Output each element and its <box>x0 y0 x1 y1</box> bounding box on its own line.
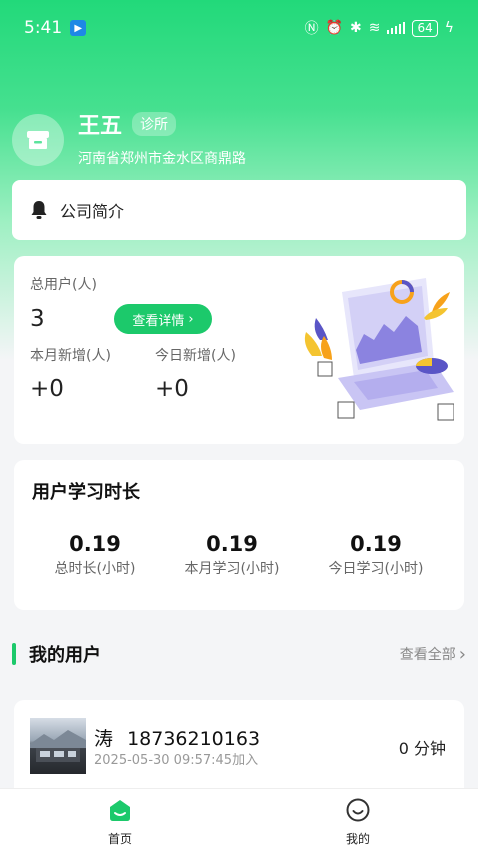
month-study-label: 本月学习(小时) <box>184 561 280 577</box>
total-users-value: 3 <box>30 306 45 332</box>
user-name: 王五 <box>78 114 123 139</box>
store-icon <box>27 131 49 149</box>
today-new-label: 今日新增(人) <box>155 348 236 364</box>
month-study-value: 0.19 <box>206 532 258 556</box>
status-bar: 5:41 ▶ Ⓝ ⏰ ✱ ≋ 64 ϟ <box>0 0 478 56</box>
tab-mine[interactable]: 我的 <box>318 797 398 847</box>
today-new-value: +0 <box>155 376 189 402</box>
month-study-stat: 0.19 本月学习(小时) <box>157 532 307 578</box>
total-duration-label: 总时长(小时) <box>54 561 136 577</box>
tab-home[interactable]: 首页 <box>80 797 160 847</box>
my-users-header: 我的用户 查看全部 › <box>12 638 466 670</box>
total-users-label: 总用户(人) <box>30 277 97 293</box>
wifi-icon: ≋ <box>368 20 381 36</box>
smile-icon <box>346 798 370 822</box>
list-user-name: 涛 <box>94 728 114 750</box>
section-accent-bar <box>12 643 16 665</box>
tab-mine-label: 我的 <box>345 832 370 846</box>
nfc-icon: Ⓝ <box>304 21 319 37</box>
profile-header: 王五 诊所 河南省郑州市金水区商鼎路 <box>12 108 472 170</box>
my-users-title: 我的用户 <box>29 645 101 666</box>
study-duration-title: 用户学习时长 <box>32 482 140 503</box>
address: 河南省郑州市金水区商鼎路 <box>78 151 246 167</box>
app-notification-icon: ▶ <box>70 20 87 36</box>
view-details-button[interactable]: 查看详情 › <box>114 304 212 334</box>
user-stats-card: 总用户(人) 3 查看详情 › 本月新增(人) +0 今日新增(人) +0 <box>14 256 464 444</box>
charging-icon: ϟ <box>444 20 454 36</box>
role-badge: 诊所 <box>132 112 177 136</box>
user-name-phone: 涛 18736210163 <box>94 724 260 751</box>
view-all-label: 查看全部 <box>399 647 456 663</box>
battery-indicator: 64 <box>412 19 438 37</box>
bluetooth-icon: ✱ <box>350 20 362 36</box>
study-duration-card: 用户学习时长 0.19 总时长(小时) 0.19 本月学习(小时) 0.19 今… <box>14 460 464 610</box>
today-study-label: 今日学习(小时) <box>328 561 424 577</box>
today-study-stat: 0.19 今日学习(小时) <box>301 532 451 578</box>
bell-icon <box>31 201 47 219</box>
user-thumbnail <box>30 718 86 774</box>
tab-home-label: 首页 <box>107 832 132 846</box>
home-icon <box>110 800 130 821</box>
company-intro-card[interactable]: 公司简介 <box>12 180 466 240</box>
total-duration-stat: 0.19 总时长(小时) <box>20 532 170 578</box>
alarm-icon: ⏰ <box>325 20 343 36</box>
avatar[interactable] <box>12 114 64 166</box>
bottom-tab-bar: 首页 我的 <box>0 788 478 850</box>
list-item[interactable]: 涛 18736210163 2025-05-30 09:57:45加入 0 分钟 <box>14 700 464 790</box>
chevron-right-icon: › <box>458 643 466 665</box>
chevron-right-icon: › <box>188 311 194 327</box>
total-duration-value: 0.19 <box>69 532 121 556</box>
view-details-label: 查看详情 <box>132 313 185 329</box>
list-user-duration: 0 分钟 <box>398 739 446 758</box>
status-time: 5:41 <box>24 18 63 38</box>
signal-icon <box>387 22 406 34</box>
list-user-joined: 2025-05-30 09:57:45加入 <box>94 753 259 768</box>
laptop-analytics-illustration <box>304 278 454 421</box>
list-user-phone: 18736210163 <box>127 728 261 750</box>
today-study-value: 0.19 <box>350 532 402 556</box>
month-new-value: +0 <box>30 376 64 402</box>
view-all-link[interactable]: 查看全部 › <box>400 644 466 665</box>
company-intro-label: 公司简介 <box>60 202 125 221</box>
month-new-label: 本月新增(人) <box>30 348 111 364</box>
